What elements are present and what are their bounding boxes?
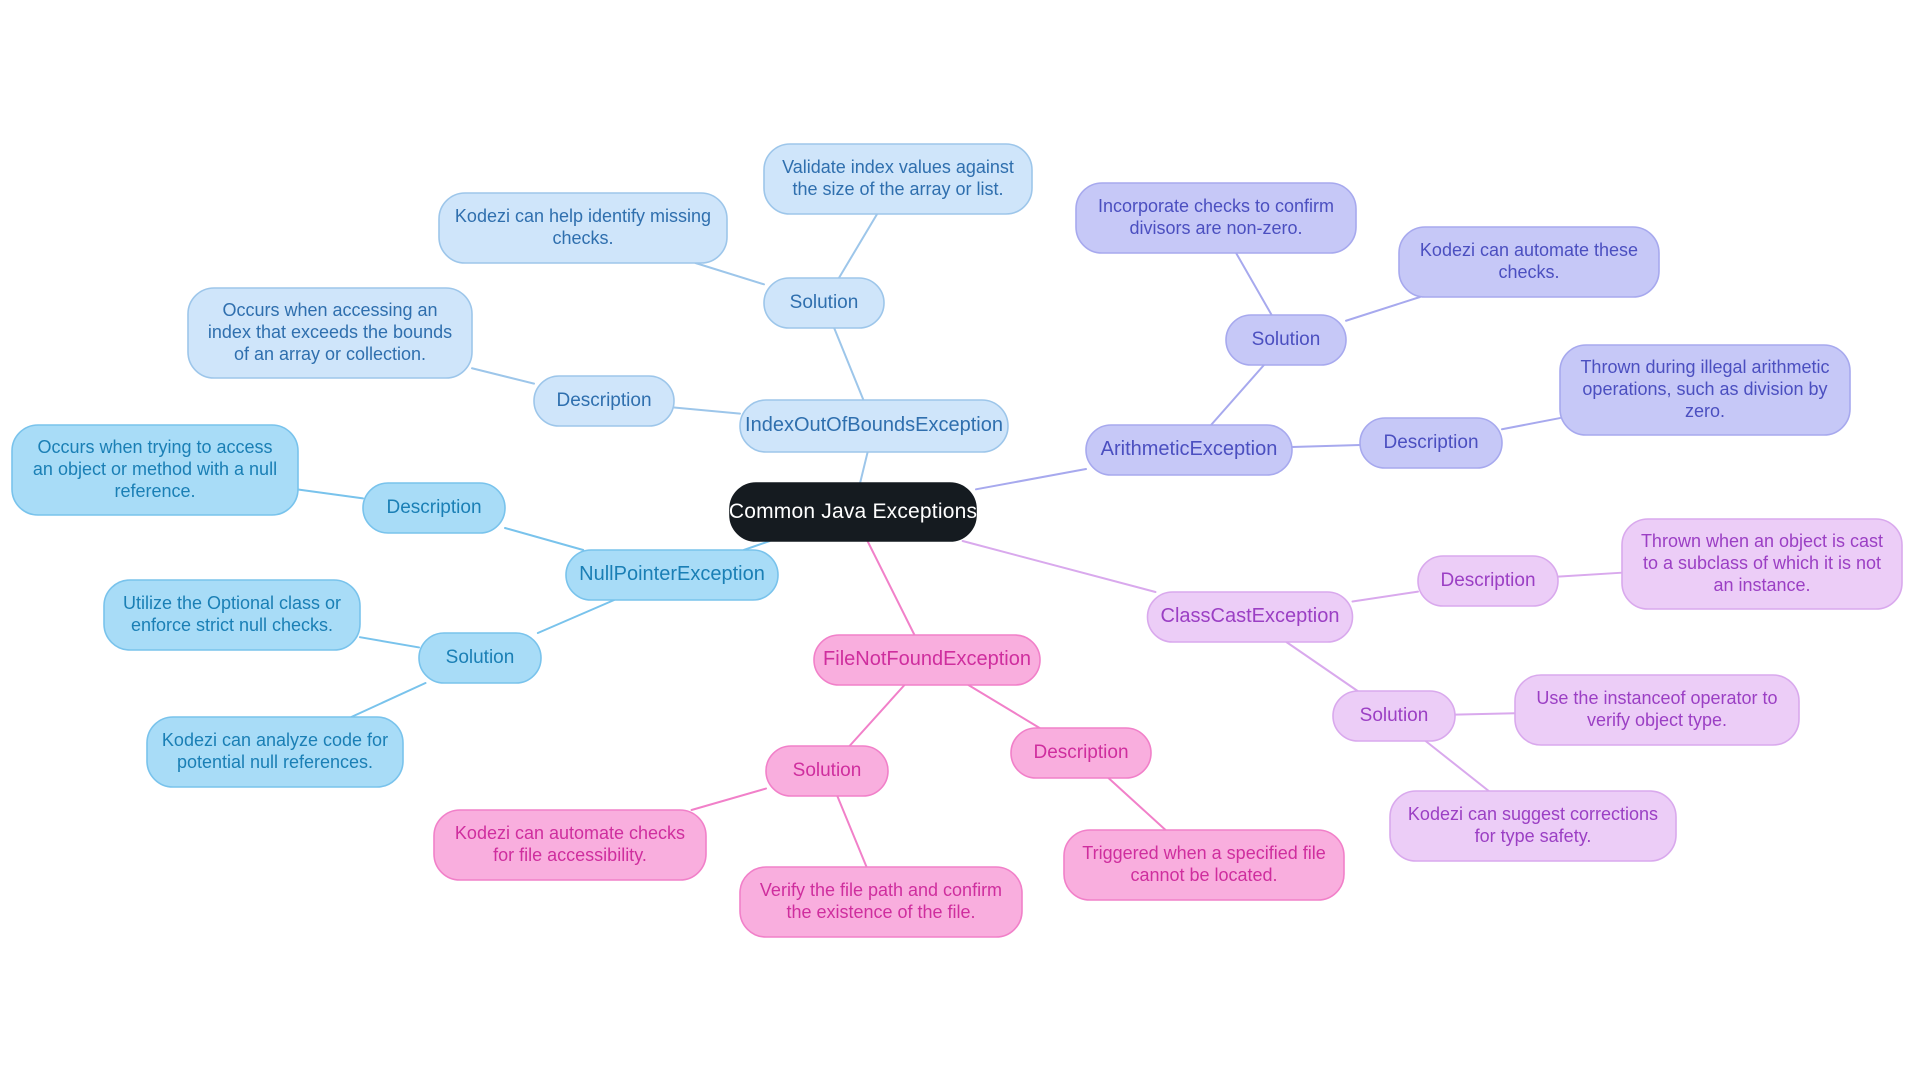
node-npe-solution[interactable]: Solution [418,632,542,684]
node-ioobe-solution-label: Solution [790,292,859,313]
node-npe-description-label: Description [386,497,481,518]
mindmap-edge [836,795,868,868]
mindmap-edge [975,468,1087,491]
mindmap-edge [1345,296,1421,322]
node-fnfe-description[interactable]: Description [1010,727,1152,779]
mindmap-edge [1454,712,1516,716]
mindmap-edge [1501,417,1561,431]
root-node[interactable]: Common Java Exceptions [729,482,977,542]
node-fnfe-solution[interactable]: Solution [765,745,889,797]
node-ioobe-description-detail[interactable]: Occurs when accessing an index that excee… [187,287,473,379]
node-cce-solution[interactable]: Solution [1332,690,1456,742]
branch-node-filenotfoundexception-label: FileNotFoundException [823,648,1031,670]
mindmap-edge [837,213,879,279]
mindmap-svg: Common Java Exceptions NullPointerExcepti… [11,143,1903,938]
root-node-label: Common Java Exceptions [729,500,977,523]
mindmap-edge [833,327,865,401]
node-cce-solution-kodezi[interactable]: Kodezi can suggest corrections for type s… [1389,790,1677,862]
edges-layer [297,213,1623,868]
node-npe-description-detail[interactable]: Occurs when trying to access an object or… [11,424,299,516]
mindmap-edge [1424,740,1490,792]
node-fnfe-description-detail[interactable]: Triggered when a specified file cannot be… [1063,829,1345,901]
node-fnfe-description-label: Description [1033,742,1128,763]
node-ae-solution-label: Solution [1252,329,1321,350]
branch-node-classcastexception[interactable]: ClassCastException [1146,591,1354,643]
mindmap-edge [471,367,535,385]
node-npe-description[interactable]: Description [362,482,506,534]
mindmap-edge [297,488,364,500]
mindmap-edge [1351,590,1419,603]
node-cce-solution-instanceof[interactable]: Use the instanceof operator to verify obj… [1514,674,1800,746]
node-ae-solution-incorporate[interactable]: Incorporate checks to confirm divisors ar… [1075,182,1357,254]
mindmap-edge [694,262,765,286]
node-fnfe-solution-verify[interactable]: Verify the file path and confirm the exis… [739,866,1023,938]
node-cce-description-label: Description [1440,570,1535,591]
mindmap-edge [967,684,1041,729]
mindmap-edge [859,451,869,484]
node-npe-solution-label: Solution [446,647,515,668]
mindmap-edge [1235,252,1273,316]
mindmap-edge [690,787,767,811]
node-fnfe-solution-kodezi[interactable]: Kodezi can automate checks for file acces… [433,809,707,881]
branch-node-filenotfoundexception[interactable]: FileNotFoundException [813,634,1041,686]
branch-node-nullpointerexception[interactable]: NullPointerException [565,549,779,601]
mindmap-edge [1285,641,1359,692]
mindmap-edge [848,684,906,747]
nodes-layer: Common Java Exceptions NullPointerExcepti… [11,143,1903,938]
mindmap-edge [866,540,916,636]
node-ioobe-description-detail-label: Occurs when accessing an index that excee… [208,300,452,364]
branch-node-nullpointerexception-label: NullPointerException [579,563,765,585]
mindmap-edge [742,540,771,551]
mindmap-edge [350,682,427,718]
branch-node-arithmeticexception[interactable]: ArithmeticException [1085,424,1293,476]
mindmap-edge [1291,444,1361,449]
node-ioobe-description-label: Description [556,390,651,411]
branch-node-indexoutofboundsexception-label: IndexOutOfBoundsException [745,414,1003,436]
node-ae-solution-kodezi[interactable]: Kodezi can automate these checks. [1398,226,1660,298]
node-ae-solution[interactable]: Solution [1225,314,1347,366]
mindmap-canvas: Common Java Exceptions NullPointerExcepti… [0,0,1920,1083]
mindmap-edge [673,406,741,415]
node-ae-description-label: Description [1383,432,1478,453]
mindmap-edge [1210,364,1265,426]
node-fnfe-solution-label: Solution [793,760,862,781]
mindmap-edge [504,526,585,551]
node-ioobe-solution-kodezi[interactable]: Kodezi can help identify missing checks. [438,192,728,264]
mindmap-edge [359,636,420,649]
node-ioobe-solution[interactable]: Solution [763,277,885,329]
mindmap-edge [536,599,616,634]
node-cce-description[interactable]: Description [1417,555,1559,607]
node-cce-description-detail[interactable]: Thrown when an object is cast to a subcla… [1621,518,1903,610]
mindmap-edge [961,540,1157,593]
node-ioobe-solution-validate[interactable]: Validate index values against the size of… [763,143,1033,215]
node-npe-solution-kodezi[interactable]: Kodezi can analyze code for potential nul… [146,716,404,788]
node-ioobe-description[interactable]: Description [533,375,675,427]
node-cce-solution-label: Solution [1360,705,1429,726]
node-ae-description[interactable]: Description [1359,417,1503,469]
mindmap-edge [1107,777,1167,831]
branch-node-arithmeticexception-label: ArithmeticException [1101,438,1278,460]
node-npe-solution-optional[interactable]: Utilize the Optional class or enforce str… [103,579,361,651]
branch-node-classcastexception-label: ClassCastException [1161,605,1340,627]
node-ae-description-detail[interactable]: Thrown during illegal arithmetic operatio… [1559,344,1851,436]
branch-node-indexoutofboundsexception[interactable]: IndexOutOfBoundsException [739,399,1009,453]
mindmap-edge [1557,571,1623,578]
